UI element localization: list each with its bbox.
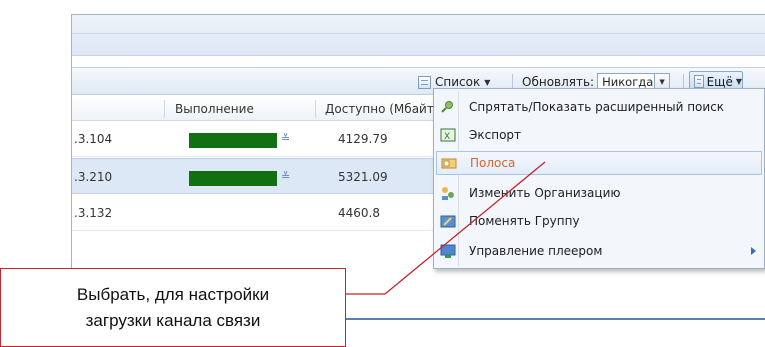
menu-item-label: Поменять Группу [469,214,580,228]
menu-item-bandwidth[interactable]: Полоса [436,151,762,175]
ip-cell: .3.104 [74,132,113,146]
list-button-label: Список [435,75,481,89]
expand-icon[interactable]: ≚ [281,131,290,147]
menu-item-label: Спрятать/Показать расширенный поиск [469,100,725,114]
available-cell: 4129.79 [338,132,388,146]
grid-icon [694,75,704,88]
title-band-divider [72,33,765,34]
menu-item-change-group[interactable]: Поменять Группу [436,209,762,233]
ip-cell: .3.210 [74,170,113,184]
column-header-progress[interactable]: Выполнение [169,97,254,121]
menu-item-label: Изменить Организацию [469,186,621,200]
available-cell: 4460.8 [338,206,380,220]
player-icon [440,243,456,259]
expand-icon[interactable]: ≚ [281,169,290,185]
ip-cell: .3.132 [74,206,113,220]
callout-line-2: загрузки канала связи [85,310,261,330]
menu-item-change-organization[interactable]: Изменить Организацию [436,181,762,205]
column-divider [164,100,165,118]
bandwidth-icon [441,155,457,171]
search-toggle-icon [440,99,456,115]
callout-note: Выбрать, для настройки загрузки канала с… [0,268,346,347]
menu-item-player-control[interactable]: Управление плеером [436,239,762,263]
chevron-right-icon [751,247,756,255]
organization-icon [440,185,456,201]
progress-bar [189,171,277,186]
list-icon [418,75,431,89]
more-button-label: Ещё [706,74,733,89]
menu-item-export[interactable]: X Экспорт [436,123,762,147]
group-icon [440,213,456,229]
available-cell: 5321.09 [338,170,388,184]
progress-bar [189,133,277,148]
refresh-label: Обновлять: [522,75,595,89]
svg-text:X: X [444,132,450,142]
menu-item-label: Полоса [470,156,516,170]
column-divider [315,100,316,118]
menu-item-label: Экспорт [469,128,522,142]
title-band [72,15,765,56]
chevron-down-icon: ▼ [735,77,742,86]
callout-line-1: Выбрать, для настройки [76,284,270,304]
menu-item-label: Управление плеером [469,244,603,258]
refresh-select-value: Никогда [602,75,654,89]
menu-item-toggle-search[interactable]: Спрятать/Показать расширенный поиск [436,95,762,119]
excel-export-icon: X [440,127,456,143]
chevron-down-icon: ▼ [484,77,491,87]
more-dropdown-menu: Спрятать/Показать расширенный поиск X Эк… [433,88,765,269]
column-header-available[interactable]: Доступно (Мбайт [319,97,434,121]
